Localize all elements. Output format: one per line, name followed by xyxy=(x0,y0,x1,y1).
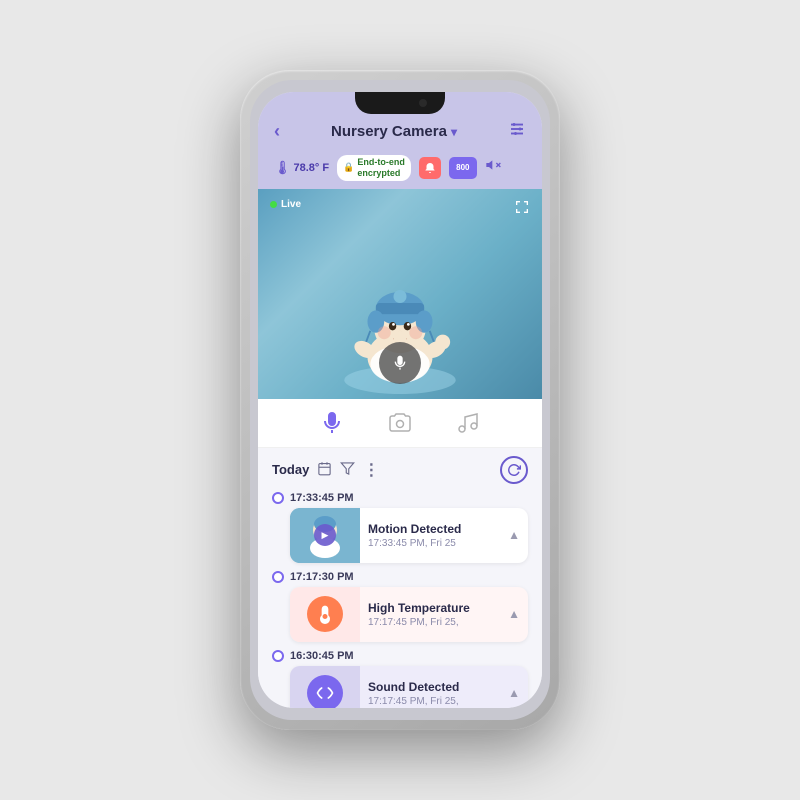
mute-button[interactable] xyxy=(485,157,501,178)
phone-screen: ‹ Nursery Camera ▾ xyxy=(258,92,542,708)
controls-bar xyxy=(258,399,542,448)
phone-inner: ‹ Nursery Camera ▾ xyxy=(250,80,550,720)
play-button[interactable]: ▶ xyxy=(314,524,336,546)
status-bar: 🌡 78.8° F 🔒 End-to-endencrypted 800 xyxy=(258,151,542,189)
event-time-temp: 17:17:30 PM xyxy=(290,571,354,583)
event-subtitle-temp: 17:17:45 PM, Fri 25, xyxy=(368,617,500,628)
timeline-events: 17:33:45 PM ▶ xyxy=(258,492,542,708)
camera-control-button[interactable] xyxy=(388,411,412,435)
encryption-label: End-to-endencrypted xyxy=(357,157,405,179)
more-options-icon[interactable]: ⋮ xyxy=(363,460,379,480)
thermometer-icon: 🌡 xyxy=(274,160,291,176)
timeline-section: Today ⋮ xyxy=(258,448,542,708)
event-card-temp[interactable]: High Temperature 17:17:45 PM, Fri 25, ▲ xyxy=(290,587,528,642)
refresh-button[interactable] xyxy=(500,456,528,484)
header-title: Nursery Camera ▾ xyxy=(331,123,457,140)
live-dot xyxy=(270,201,277,208)
phone-notch xyxy=(355,92,445,114)
filter-icon[interactable] xyxy=(340,461,355,479)
event-time-motion: 17:33:45 PM xyxy=(290,492,354,504)
lock-icon: 🔒 xyxy=(343,162,354,173)
event-dot xyxy=(272,492,284,504)
encryption-badge: 🔒 End-to-endencrypted xyxy=(337,155,411,181)
mic-button-video[interactable] xyxy=(379,342,421,384)
temperature-event-icon xyxy=(307,596,343,632)
mic-control-button[interactable] xyxy=(320,411,344,435)
event-thumb-motion: ▶ xyxy=(290,508,360,563)
video-container[interactable]: Live xyxy=(258,189,542,399)
event-title-temp: High Temperature xyxy=(368,601,500,615)
event-subtitle-motion: 17:33:45 PM, Fri 25 xyxy=(368,538,500,549)
settings-button[interactable] xyxy=(508,120,526,143)
event-thumb-sound xyxy=(290,666,360,708)
temperature-badge: 🌡 78.8° F xyxy=(274,160,329,176)
event-info-sound: Sound Detected 17:17:45 PM, Fri 25, xyxy=(360,674,508,708)
notch-camera xyxy=(419,99,427,107)
timeline-header: Today ⋮ xyxy=(258,448,542,492)
camera-name-label: Nursery Camera xyxy=(331,123,447,140)
event-card-sound[interactable]: Sound Detected 17:17:45 PM, Fri 25, ▲ xyxy=(290,666,528,708)
event-dot-temp xyxy=(272,571,284,583)
title-chevron-icon[interactable]: ▾ xyxy=(451,125,457,139)
expand-icon-sound[interactable]: ▲ xyxy=(508,686,520,700)
today-label: Today xyxy=(272,462,309,477)
event-temperature: 17:17:30 PM High Tem xyxy=(272,571,528,642)
event-title-motion: Motion Detected xyxy=(368,522,500,536)
live-badge: Live xyxy=(270,199,301,210)
event-subtitle-sound: 17:17:45 PM, Fri 25, xyxy=(368,696,500,707)
back-button[interactable]: ‹ xyxy=(274,121,280,142)
fullscreen-button[interactable] xyxy=(514,199,530,218)
expand-icon-motion[interactable]: ▲ xyxy=(508,528,520,542)
event-time-sound: 16:30:45 PM xyxy=(290,650,354,662)
event-info-motion: Motion Detected 17:33:45 PM, Fri 25 xyxy=(360,516,508,555)
live-label: Live xyxy=(281,199,301,210)
event-motion: 17:33:45 PM ▶ xyxy=(272,492,528,563)
event-dot-sound xyxy=(272,650,284,662)
event-info-temp: High Temperature 17:17:45 PM, Fri 25, xyxy=(360,595,508,634)
event-sound: 16:30:45 PM xyxy=(272,650,528,708)
quality-badge: 800 xyxy=(449,157,477,179)
event-card-motion[interactable]: ▶ Motion Detected 17:33:45 PM, Fri 25 ▲ xyxy=(290,508,528,563)
expand-icon-temp[interactable]: ▲ xyxy=(508,607,520,621)
phone-frame: ‹ Nursery Camera ▾ xyxy=(240,70,560,730)
temperature-value: 78.8° F xyxy=(294,162,330,174)
event-thumb-temp xyxy=(290,587,360,642)
event-title-sound: Sound Detected xyxy=(368,680,500,694)
sound-event-icon xyxy=(307,675,343,708)
music-control-button[interactable] xyxy=(456,411,480,435)
alert-badge[interactable] xyxy=(419,157,441,179)
calendar-icon[interactable] xyxy=(317,461,332,479)
